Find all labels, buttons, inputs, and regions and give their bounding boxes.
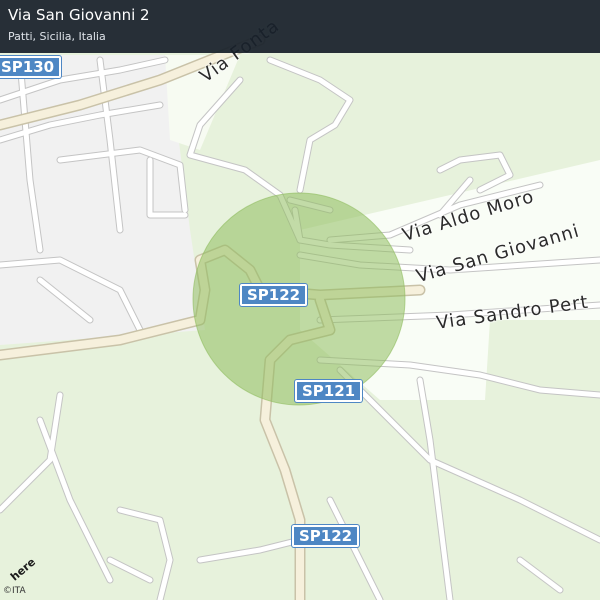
location-subtitle: Patti, Sicilia, Italia xyxy=(8,30,106,43)
route-shield-sp122-bottom: SP122 xyxy=(292,525,360,547)
route-shield-sp122-top: SP122 xyxy=(240,284,308,306)
map-view[interactable]: Via San Giovanni 2 Patti, Sicilia, Itali… xyxy=(0,0,600,600)
copyright-text: ©ITA xyxy=(3,586,26,596)
route-shield-sp121: SP121 xyxy=(295,380,363,402)
location-title: Via San Giovanni 2 xyxy=(8,6,150,24)
location-header: Via San Giovanni 2 Patti, Sicilia, Itali… xyxy=(0,0,600,53)
route-shield-sp130: SP130 xyxy=(0,56,62,78)
